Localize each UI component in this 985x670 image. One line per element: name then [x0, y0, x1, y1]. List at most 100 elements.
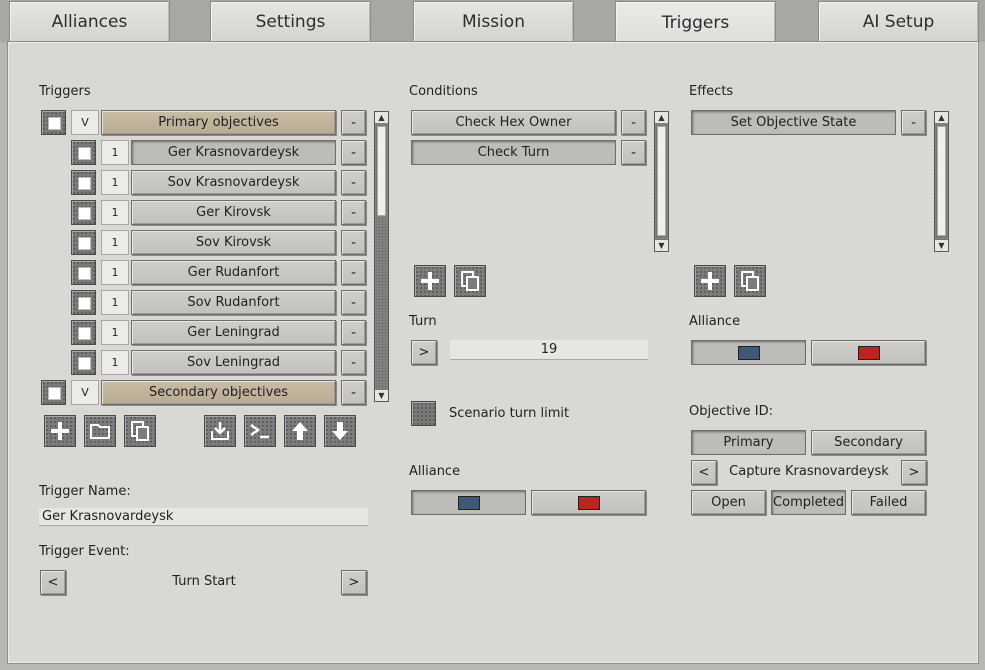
- scroll-down-icon[interactable]: ▼: [375, 390, 388, 401]
- turn-label: Turn: [409, 314, 437, 329]
- trigger-count: 1: [101, 290, 129, 315]
- copy-trigger-button[interactable]: [124, 415, 156, 447]
- remove-group-secondary-button[interactable]: -: [341, 380, 366, 405]
- trigger-item-sov-leningrad[interactable]: Sov Leningrad: [131, 350, 336, 375]
- trigger-checkbox[interactable]: [71, 260, 96, 285]
- add-condition-button[interactable]: [414, 265, 446, 297]
- remove-trigger-button[interactable]: -: [341, 140, 366, 165]
- trigger-checkbox[interactable]: [71, 200, 96, 225]
- scenario-turn-limit-checkbox[interactable]: [411, 401, 436, 426]
- group-secondary-objectives[interactable]: Secondary objectives: [101, 380, 336, 405]
- objective-type-primary-button[interactable]: Primary: [691, 430, 806, 455]
- turn-operator-button[interactable]: >: [411, 340, 437, 365]
- add-trigger-button[interactable]: [44, 415, 76, 447]
- trigger-count: 1: [101, 140, 129, 165]
- effect-alliance-label: Alliance: [689, 314, 741, 329]
- scroll-up-icon[interactable]: ▲: [375, 112, 388, 123]
- trigger-checkbox[interactable]: [71, 230, 96, 255]
- remove-condition-button[interactable]: -: [621, 140, 646, 165]
- plus-icon: [701, 272, 719, 290]
- group-toggle-primary[interactable]: V: [71, 110, 99, 135]
- remove-trigger-button[interactable]: -: [341, 320, 366, 345]
- scroll-thumb[interactable]: [377, 126, 386, 216]
- trigger-checkbox[interactable]: [71, 320, 96, 345]
- trigger-event-value: Turn Start: [172, 574, 236, 589]
- trigger-item-sov-kirovsk[interactable]: Sov Kirovsk: [131, 230, 336, 255]
- state-completed-button[interactable]: Completed: [771, 490, 846, 515]
- condition-alliance-red-button[interactable]: [531, 490, 646, 515]
- remove-trigger-button[interactable]: -: [341, 200, 366, 225]
- scroll-thumb[interactable]: [657, 126, 666, 236]
- state-open-button[interactable]: Open: [691, 490, 766, 515]
- effect-alliance-blue-button[interactable]: [691, 340, 806, 365]
- trigger-checkbox[interactable]: [71, 290, 96, 315]
- conditions-scrollbar[interactable]: ▲ ▼: [654, 111, 669, 252]
- trigger-item-ger-kirovsk[interactable]: Ger Kirovsk: [131, 200, 336, 225]
- trigger-name-input[interactable]: Ger Krasnovardeysk: [39, 508, 368, 526]
- add-effect-button[interactable]: [694, 265, 726, 297]
- remove-trigger-button[interactable]: -: [341, 230, 366, 255]
- trigger-count: 1: [101, 350, 129, 375]
- copy-effect-button[interactable]: [734, 265, 766, 297]
- condition-alliance-blue-button[interactable]: [411, 490, 526, 515]
- arrow-up-icon: [292, 422, 308, 440]
- group-checkbox-secondary[interactable]: [41, 380, 66, 405]
- trigger-count: 1: [101, 260, 129, 285]
- tab-settings[interactable]: Settings: [210, 1, 371, 41]
- move-down-button[interactable]: [324, 415, 356, 447]
- move-up-button[interactable]: [284, 415, 316, 447]
- script-button[interactable]: [244, 415, 276, 447]
- remove-effect-button[interactable]: -: [901, 110, 926, 135]
- copy-icon: [741, 271, 759, 291]
- trigger-item-ger-rudanfort[interactable]: Ger Rudanfort: [131, 260, 336, 285]
- import-button[interactable]: [204, 415, 236, 447]
- effect-set-objective-state[interactable]: Set Objective State: [691, 110, 896, 135]
- remove-trigger-button[interactable]: -: [341, 170, 366, 195]
- group-primary-objectives[interactable]: Primary objectives: [101, 110, 336, 135]
- alliance-red-swatch: [577, 495, 600, 510]
- state-failed-button[interactable]: Failed: [851, 490, 926, 515]
- remove-group-primary-button[interactable]: -: [341, 110, 366, 135]
- add-group-button[interactable]: [84, 415, 116, 447]
- remove-trigger-button[interactable]: -: [341, 350, 366, 375]
- trigger-item-ger-leningrad[interactable]: Ger Leningrad: [131, 320, 336, 345]
- remove-trigger-button[interactable]: -: [341, 260, 366, 285]
- condition-check-turn[interactable]: Check Turn: [411, 140, 616, 165]
- trigger-checkbox[interactable]: [71, 170, 96, 195]
- remove-condition-button[interactable]: -: [621, 110, 646, 135]
- turn-value-input[interactable]: 19: [450, 340, 648, 360]
- objective-type-secondary-button[interactable]: Secondary: [811, 430, 926, 455]
- trigger-checkbox[interactable]: [71, 350, 96, 375]
- objective-next-button[interactable]: >: [901, 460, 927, 485]
- trigger-count: 1: [101, 170, 129, 195]
- copy-condition-button[interactable]: [454, 265, 486, 297]
- scroll-up-icon[interactable]: ▲: [655, 112, 668, 123]
- alliance-blue-swatch: [457, 495, 480, 510]
- group-checkbox-primary[interactable]: [41, 110, 66, 135]
- effects-scrollbar[interactable]: ▲ ▼: [934, 111, 949, 252]
- effect-alliance-red-button[interactable]: [811, 340, 926, 365]
- scroll-thumb[interactable]: [937, 126, 946, 236]
- trigger-event-prev-button[interactable]: <: [40, 570, 66, 595]
- tab-alliances[interactable]: Alliances: [9, 1, 170, 41]
- objective-prev-button[interactable]: <: [691, 460, 717, 485]
- alliance-blue-swatch: [737, 345, 760, 360]
- tab-triggers[interactable]: Triggers: [615, 1, 776, 43]
- trigger-checkbox[interactable]: [71, 140, 96, 165]
- trigger-item-sov-rudanfort[interactable]: Sov Rudanfort: [131, 290, 336, 315]
- tab-ai-setup[interactable]: AI Setup: [818, 1, 979, 41]
- scroll-up-icon[interactable]: ▲: [935, 112, 948, 123]
- terminal-icon: [250, 423, 269, 439]
- copy-icon: [461, 271, 479, 291]
- group-toggle-secondary[interactable]: V: [71, 380, 99, 405]
- scroll-down-icon[interactable]: ▼: [935, 240, 948, 251]
- scroll-down-icon[interactable]: ▼: [655, 240, 668, 251]
- remove-trigger-button[interactable]: -: [341, 290, 366, 315]
- plus-icon: [421, 272, 439, 290]
- triggers-scrollbar[interactable]: ▲ ▼: [374, 111, 389, 402]
- tab-mission[interactable]: Mission: [413, 1, 574, 41]
- trigger-item-sov-krasnovardeysk[interactable]: Sov Krasnovardeysk: [131, 170, 336, 195]
- condition-check-hex-owner[interactable]: Check Hex Owner: [411, 110, 616, 135]
- trigger-event-next-button[interactable]: >: [341, 570, 367, 595]
- trigger-item-ger-krasnovardeysk[interactable]: Ger Krasnovardeysk: [131, 140, 336, 165]
